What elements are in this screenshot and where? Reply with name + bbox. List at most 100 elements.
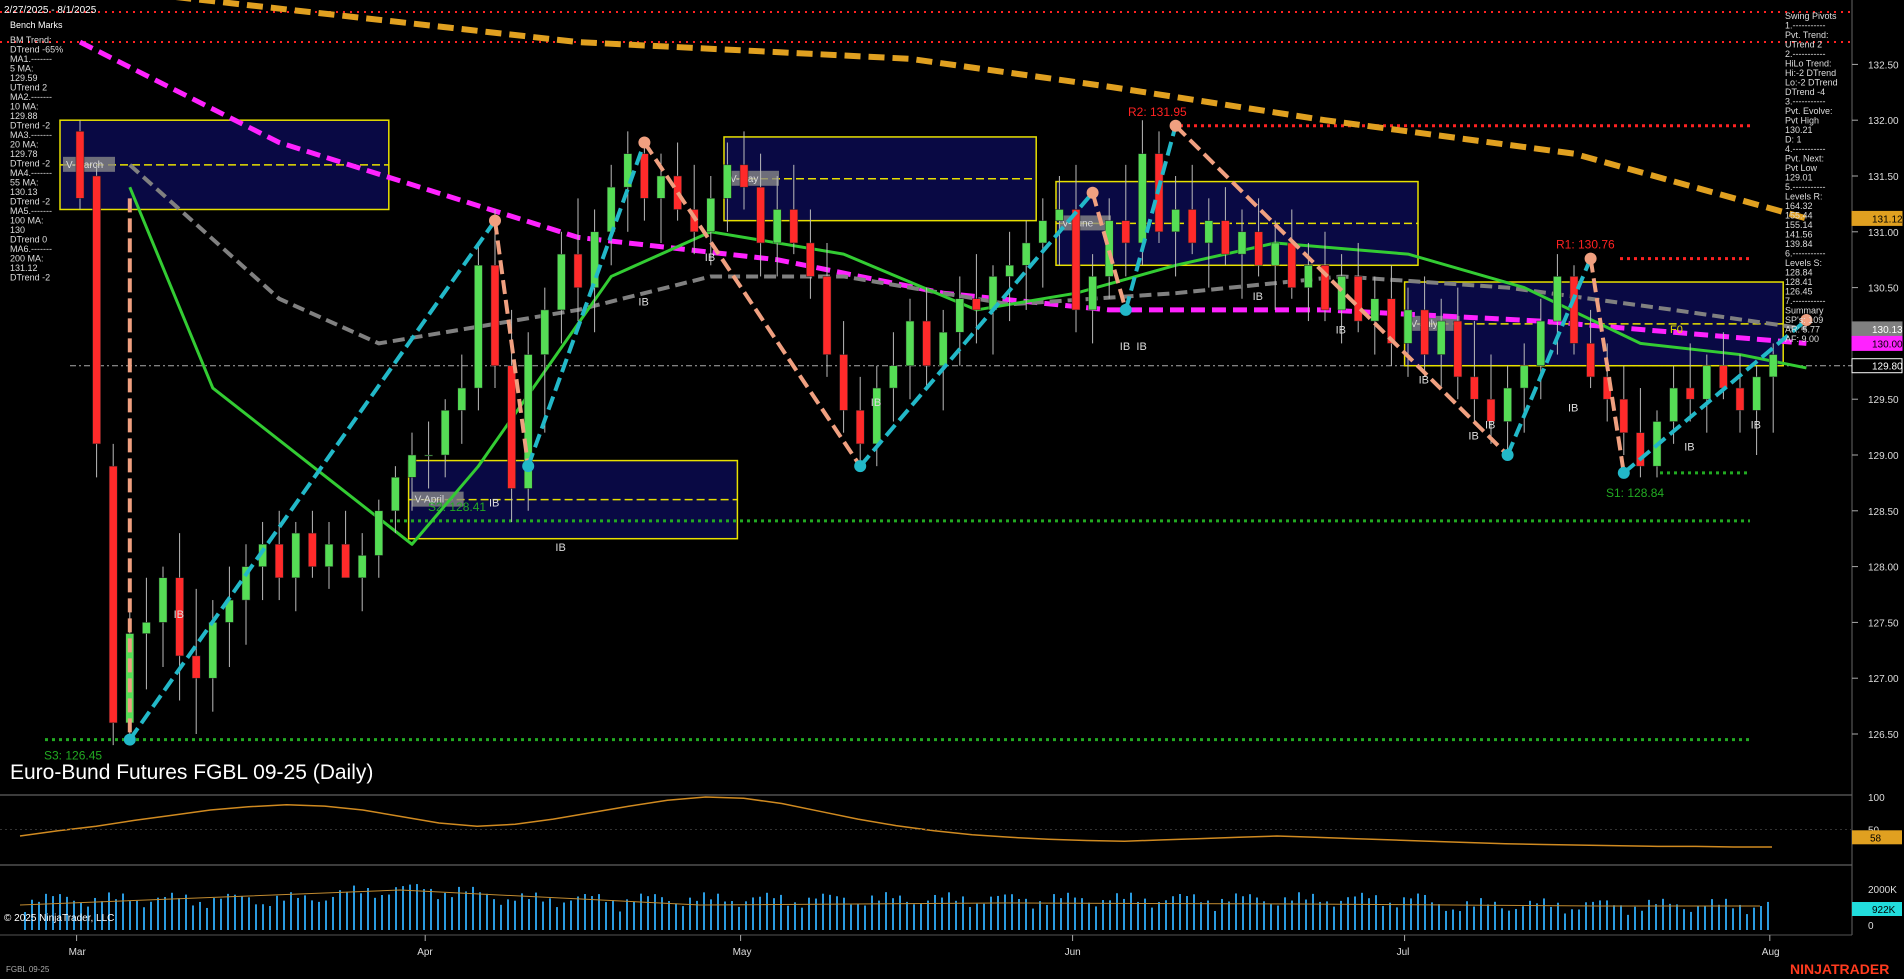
price-axis-label: 129.50 [1868,395,1899,406]
candle-body [806,242,815,277]
swing-pivot-line: SP's: 109 [1785,315,1823,325]
swing-pivot-line: 7.----------- [1785,296,1825,306]
candle-body [955,298,965,333]
pivot-level-label: R2: 131.95 [1128,105,1187,119]
candle-body [1088,276,1097,311]
bench-mark-line: 130.13 [10,187,38,197]
swing-pivot-line: DTrend -4 [1785,87,1825,97]
symbol-footer: FGBL 09-25 [6,965,50,974]
swing-pivot-line: 126.45 [1785,287,1813,297]
candle-body [1187,209,1197,244]
candle-body [1287,242,1297,288]
bench-mark-line: 10 MA: [10,102,39,112]
swing-pivot-line: Pvt. Evolve: [1785,106,1833,116]
candle-body [822,276,832,355]
bench-mark-line: DTrend -2 [10,197,50,207]
swing-pivot-line: Levels S: [1785,258,1822,268]
candle-body [1619,398,1629,433]
candle-body [324,544,334,567]
candle-body [1337,276,1346,311]
f0-label: F0 [1670,324,1683,336]
bench-mark-line: 200 MA: [10,254,44,264]
price-axis-label: 127.00 [1868,674,1899,685]
ib-marker: IB [1336,325,1346,337]
price-axis-label: 130.13 [1872,325,1903,336]
bench-mark-line: UTrend 2 [10,83,47,93]
bench-mark-line: MA1.------- [10,54,52,64]
swing-pivot-line: Hi:-2 DTrend [1785,68,1836,78]
candle-body [1420,309,1429,355]
bench-mark-line: 129.88 [10,111,38,121]
ib-marker: IB [871,397,881,409]
bench-mark-line: 100 MA: [10,216,44,226]
candle-body [1719,365,1728,389]
swing-pivot-line: 155.44 [1785,211,1813,221]
candle-body [789,209,799,244]
swing-pivot-line: UTrend 2 [1785,40,1822,50]
ib-marker: IB [1485,419,1495,431]
bench-mark-line: 20 MA: [10,140,39,150]
bench-mark-line: MA5.------- [10,206,52,216]
price-axis-label: 129.00 [1868,451,1899,462]
price-axis-label: 131.00 [1868,228,1899,239]
volume-tick: 0 [1868,921,1874,932]
candle-body [606,186,616,233]
swing-pivot-line: 141.56 [1785,230,1813,240]
time-axis-label: Jun [1065,947,1081,958]
price-axis-label: 130.50 [1868,284,1899,295]
price-axis-label: 132.50 [1868,60,1899,71]
price-axis-label: 130.00 [1872,339,1903,350]
volume-value: 922K [1872,905,1896,916]
candle-body [1436,320,1446,355]
bench-mark-line: 129.78 [10,149,38,159]
swing-pivot-line: 4.----------- [1785,144,1825,154]
candle-body [1221,220,1230,255]
candle-body [1121,220,1131,244]
candle-body [457,387,467,411]
candle-body [1038,220,1048,244]
swing-pivot-line: 128.84 [1785,268,1813,278]
ib-marker: IB [174,609,184,621]
candle-body [308,532,317,567]
candle-body [855,410,865,445]
ib-marker: IB [638,297,648,309]
bench-mark-line: 129.59 [10,73,38,83]
candle-body [1735,387,1745,411]
candle-body [1055,209,1064,221]
candle-body [938,331,948,366]
bench-mark-line: 5 MA: [10,64,34,74]
candle-body [108,465,118,724]
time-axis-label: Aug [1762,947,1780,958]
candle-body [706,198,716,233]
swing-pivot-line: 130.21 [1785,125,1813,135]
candle-body [1685,387,1695,400]
price-axis-label: 126.50 [1868,730,1899,741]
price-chart[interactable]: V-MarchV-AprilV-MayV-JuneV-July R2: 131.… [0,0,1904,979]
swing-pivot-line: Pvt Low [1785,163,1818,173]
candle-body [905,320,915,366]
candle-body [1237,231,1247,255]
time-axis-label: Mar [69,947,87,958]
bench-mark-line: DTrend -2 [10,273,50,283]
candle-body [374,510,384,556]
bench-mark-line: 131.12 [10,263,38,273]
bench-mark-line: MA4.------- [10,168,52,178]
candle-body [1254,231,1263,266]
candle-body [1470,376,1479,400]
candle-body [590,231,599,288]
chart-title: Euro-Bund Futures FGBL 09-25 (Daily) [10,761,373,784]
oscillator-tick: 100 [1868,793,1885,804]
candle-body [772,209,782,244]
candle-body [507,365,516,489]
volume-tick: 2000K [1868,885,1897,896]
candle-body [440,410,450,456]
candle-body [391,477,400,512]
bench-mark-line: MA6.------- [10,244,52,254]
price-axis-label: 131.50 [1868,172,1899,183]
candle-body [1171,209,1180,233]
candle-body [1138,153,1147,244]
candle-body [723,164,732,199]
candle-body [424,454,433,457]
candle-body [158,577,168,623]
swing-pivot-line: 1.----------- [1785,21,1825,31]
